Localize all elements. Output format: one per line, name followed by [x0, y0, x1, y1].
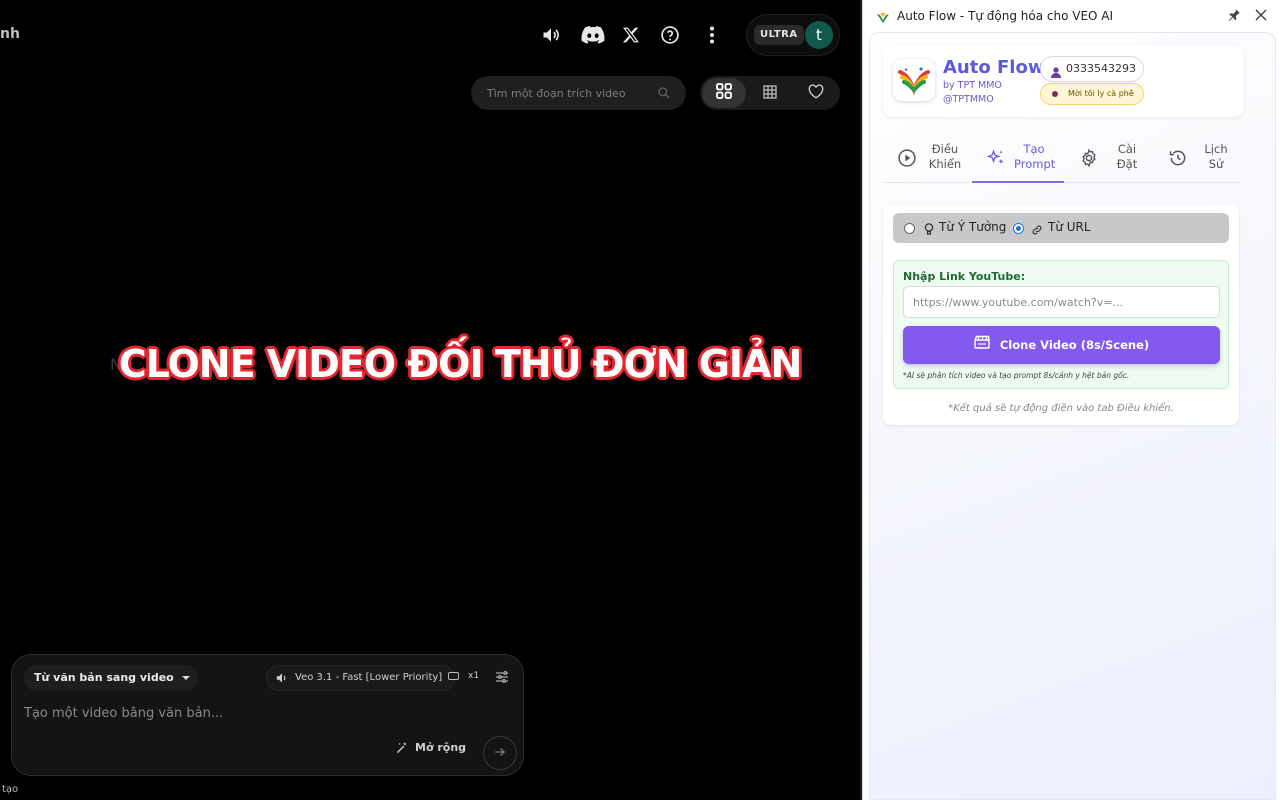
send-button[interactable] — [483, 736, 517, 770]
view-toggle — [700, 76, 840, 110]
prompt-input[interactable] — [24, 703, 504, 723]
grid-small-view-button[interactable] — [748, 78, 792, 108]
clip-search-input[interactable] — [487, 85, 657, 101]
panel-tabs: Điều Khiển Tạo Prompt Cài Đặt Lịch Sử — [883, 133, 1241, 183]
clip-search[interactable] — [471, 76, 686, 110]
auto-flow-logo-icon — [893, 59, 935, 101]
discord-icon[interactable] — [580, 22, 606, 48]
audio-icon — [275, 671, 289, 695]
gear-icon — [1079, 148, 1099, 172]
arrow-right-icon — [493, 744, 507, 763]
brand-name: Auto Flow — [943, 57, 1045, 78]
overlay-banner: CLONE VIDEO ĐỐI THỦ ĐƠN GIẢN — [0, 342, 862, 386]
aspect-ratio-icon[interactable] — [448, 672, 459, 680]
x-twitter-icon[interactable] — [618, 22, 644, 48]
avatar[interactable]: t — [805, 21, 833, 49]
tab-history[interactable]: Lịch Sử — [1154, 139, 1246, 183]
radio-from-idea[interactable] — [904, 223, 915, 234]
tab-control-label: Điều Khiển — [928, 142, 962, 171]
lightbulb-icon — [924, 221, 934, 240]
auto-flow-side-panel: Auto Flow - Tự động hóa cho VEO AI Auto … — [862, 0, 1280, 800]
plan-badge: ULTRA — [754, 25, 804, 45]
from-idea-label[interactable]: Từ Ý Tưởng — [939, 220, 1006, 234]
video-app: nh ULTRA t Tìm một đoạn trích video N CL… — [0, 0, 862, 800]
tab-create-prompt-label: Tạo Prompt — [1014, 142, 1056, 171]
search-icon — [657, 85, 671, 104]
magic-wand-icon — [395, 741, 409, 758]
app-title-fragment: nh — [0, 26, 20, 42]
pin-icon[interactable] — [1227, 7, 1241, 27]
youtube-url-input[interactable] — [903, 286, 1220, 318]
caret-down-icon — [181, 676, 190, 680]
result-note: *Kết quả sẽ tự động điền vào tab Điều kh… — [948, 403, 1174, 414]
footer-text-fragment: tạo — [2, 784, 19, 795]
buy-coffee-label: Mời tôi ly cà phê — [1068, 89, 1134, 98]
tab-settings[interactable]: Cài Đặt — [1065, 139, 1157, 183]
source-selector: Từ Ý Tưởng Từ URL — [893, 213, 1229, 243]
link-icon — [1031, 221, 1043, 240]
from-url-label[interactable]: Từ URL — [1048, 220, 1091, 234]
grid-small-icon — [763, 84, 777, 103]
panel-title: Auto Flow - Tự động hóa cho VEO AI — [897, 9, 1114, 23]
panel-titlebar: Auto Flow - Tự động hóa cho VEO AI — [863, 0, 1280, 32]
grid-large-view-button[interactable] — [702, 78, 746, 108]
brand-handle: @TPTMMO — [943, 94, 994, 105]
prompt-composer: Từ văn bản sang video Veo 3.1 - Fast [Lo… — [11, 654, 524, 776]
clone-video-button[interactable]: Clone Video (8s/Scene) — [903, 326, 1220, 364]
tab-settings-label: Cài Đặt — [1116, 142, 1138, 171]
phone-number: 0333543293 — [1066, 62, 1136, 75]
generation-mode-select[interactable]: Từ văn bản sang video — [24, 665, 198, 691]
close-icon[interactable] — [1254, 7, 1268, 26]
favorites-view-button[interactable] — [794, 78, 838, 108]
play-circle-icon — [897, 148, 917, 172]
clapperboard-icon — [974, 326, 990, 364]
prompt-source-card: Từ Ý Tưởng Từ URL Nhập Link YouTube: Clo… — [883, 205, 1239, 425]
youtube-link-label: Nhập Link YouTube: — [903, 270, 1026, 283]
more-vertical-icon[interactable] — [699, 22, 725, 48]
help-icon[interactable] — [657, 22, 683, 48]
overlay-banner-text: CLONE VIDEO ĐỐI THỦ ĐƠN GIẢN — [118, 342, 803, 386]
coffee-icon — [1052, 91, 1058, 97]
output-count[interactable]: x1 — [468, 671, 479, 681]
buy-coffee-button[interactable]: Mời tôi ly cà phê — [1040, 83, 1144, 105]
expand-label: Mở rộng — [415, 741, 467, 754]
tab-history-label: Lịch Sử — [1204, 142, 1228, 171]
sparkles-icon — [986, 148, 1006, 172]
grid-large-icon — [716, 83, 732, 103]
youtube-link-section: Nhập Link YouTube: Clone Video (8s/Scene… — [893, 260, 1229, 389]
history-icon — [1168, 148, 1188, 172]
model-select[interactable]: Veo 3.1 - Fast [Lower Priority] — [266, 665, 456, 691]
extension-logo-icon — [876, 9, 890, 28]
clone-video-label: Clone Video (8s/Scene) — [999, 338, 1150, 352]
phone-chip[interactable]: 0333543293 — [1040, 56, 1144, 82]
panel-body: Auto Flow by TPT MMO @TPTMMO 0333543293 … — [869, 32, 1276, 800]
tab-create-prompt[interactable]: Tạo Prompt — [972, 139, 1064, 183]
brand-author: by TPT MMO — [943, 80, 1002, 91]
generation-mode-label: Từ văn bản sang video — [34, 671, 174, 684]
ai-analysis-note: *AI sẽ phân tích video và tạo prompt 8s/… — [903, 371, 1130, 380]
tab-control[interactable]: Điều Khiển — [883, 139, 975, 183]
account-menu[interactable]: ULTRA t — [746, 14, 840, 56]
heart-icon — [808, 83, 824, 103]
expand-button[interactable]: Mở rộng — [395, 741, 466, 754]
radio-from-url[interactable] — [1013, 223, 1024, 234]
brand-card: Auto Flow by TPT MMO @TPTMMO 0333543293 … — [883, 45, 1244, 117]
sound-icon[interactable] — [538, 22, 564, 48]
model-label: Veo 3.1 - Fast [Lower Priority] — [295, 672, 443, 683]
settings-sliders-icon[interactable] — [494, 669, 510, 689]
